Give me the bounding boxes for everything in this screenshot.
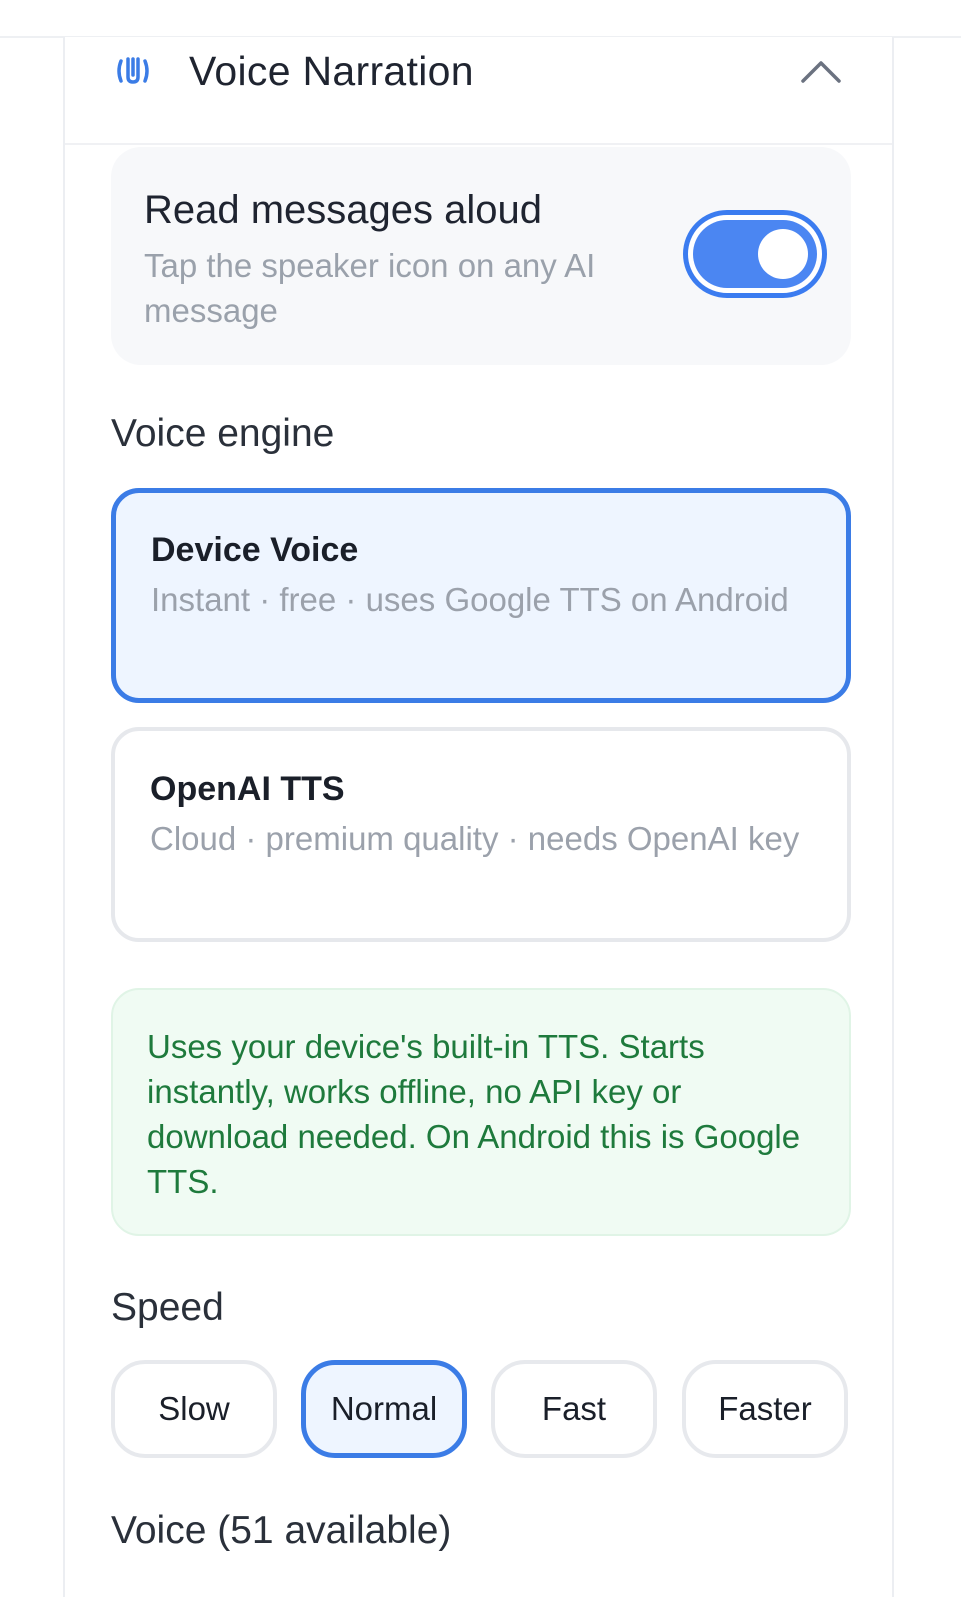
speed-slow-button[interactable]: Slow [111,1360,277,1458]
section-title: Voice Narration [189,48,474,94]
speed-label: Speed [111,1286,224,1329]
engine-option-openai-tts[interactable]: OpenAI TTS Cloud · premium quality · nee… [111,727,851,942]
read-aloud-description: Tap the speaker icon on any AI message [144,247,596,329]
speed-fast-button[interactable]: Fast [491,1360,657,1458]
engine-option-name: Device Voice [151,531,359,569]
engine-option-device-voice[interactable]: Device Voice Instant · free · uses Googl… [111,488,851,703]
sound-wave-icon [117,57,149,84]
speed-normal-button[interactable]: Normal [301,1360,467,1458]
section-header[interactable]: Voice Narration [65,37,892,145]
engine-info-box: Uses your device's built-in TTS. Starts … [111,988,851,1236]
speed-selector: Slow Normal Fast Faster [111,1360,851,1458]
voice-engine-label: Voice engine [111,412,335,455]
engine-option-description: Instant · free · uses Google TTS on Andr… [151,581,789,618]
engine-option-name: OpenAI TTS [150,770,345,808]
engine-info-text: Uses your device's built-in TTS. Starts … [147,1028,801,1200]
voice-narration-panel: Voice Narration Read messages aloud Tap … [63,37,894,1597]
engine-option-description: Cloud · premium quality · needs OpenAI k… [150,820,800,857]
read-aloud-title: Read messages aloud [144,188,543,232]
read-aloud-toggle[interactable] [683,210,827,298]
read-aloud-setting: Read messages aloud Tap the speaker icon… [111,147,851,365]
chevron-up-icon[interactable] [799,53,843,87]
voice-label: Voice (51 available) [111,1509,452,1552]
speed-faster-button[interactable]: Faster [682,1360,848,1458]
toggle-knob [758,229,808,279]
